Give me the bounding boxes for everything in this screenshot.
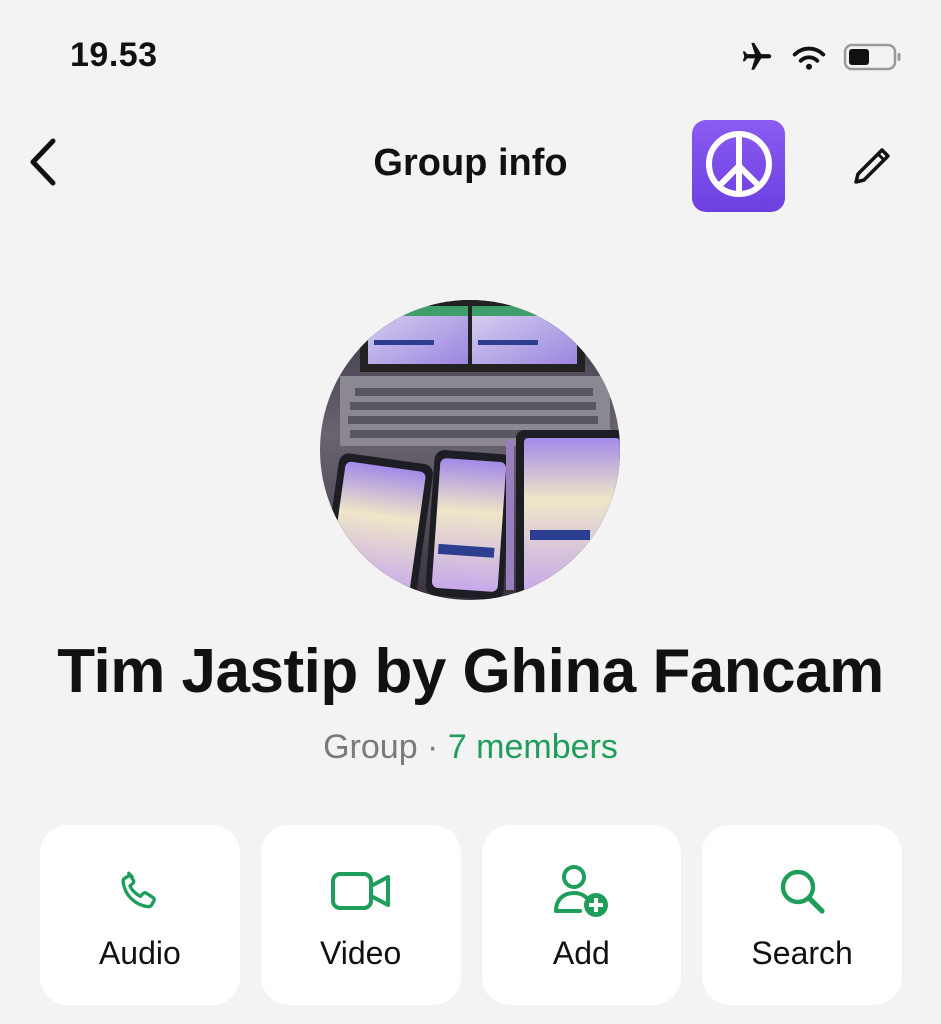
nav-bar: Group info xyxy=(0,110,941,220)
page-title: Group info xyxy=(373,142,568,184)
audio-call-button[interactable]: Audio xyxy=(40,825,240,1005)
group-name: Tim Jastip by Ghina Fancam xyxy=(57,637,884,706)
airplane-icon xyxy=(739,40,775,79)
status-bar: 19.53 xyxy=(0,0,941,110)
peace-symbol-icon xyxy=(703,128,775,205)
meta-separator: · xyxy=(417,728,448,766)
video-call-button[interactable]: Video xyxy=(260,825,461,1005)
add-person-icon xyxy=(552,863,610,924)
group-type-label: Group xyxy=(323,728,418,766)
battery-icon xyxy=(843,42,903,77)
pencil-icon xyxy=(848,142,896,195)
status-time: 19.53 xyxy=(70,36,158,74)
add-member-button[interactable]: Add xyxy=(481,825,682,1005)
group-avatar[interactable] xyxy=(320,300,620,600)
video-label: Video xyxy=(319,935,402,971)
video-camera-icon xyxy=(330,868,392,919)
search-label: Search xyxy=(751,935,853,971)
edit-button[interactable] xyxy=(842,138,902,198)
peace-badge xyxy=(692,120,785,212)
search-icon xyxy=(777,866,827,921)
search-button[interactable]: Search xyxy=(702,825,902,1005)
members-count-link[interactable]: 7 members xyxy=(448,728,618,766)
add-label: Add xyxy=(552,935,610,971)
phone-icon xyxy=(115,866,165,921)
action-row: Audio Video Add Search xyxy=(40,825,902,1005)
audio-label: Audio xyxy=(98,935,181,971)
status-icons xyxy=(739,40,903,79)
group-meta: Group · 7 members xyxy=(0,728,941,767)
wifi-icon xyxy=(791,42,827,77)
